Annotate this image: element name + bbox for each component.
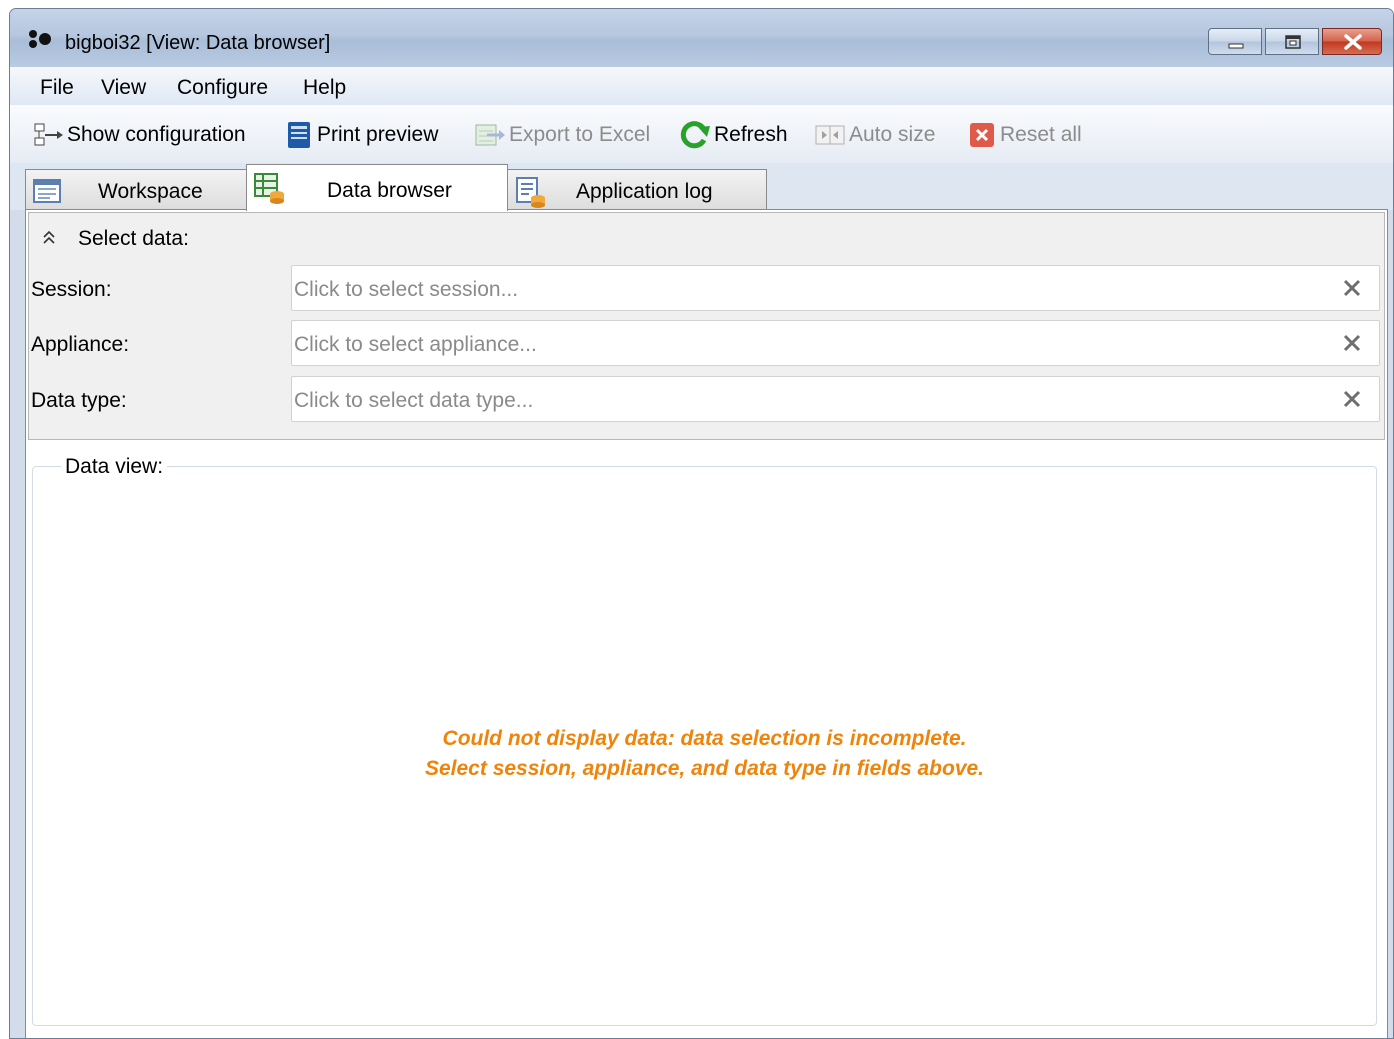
title-bar[interactable]: bigboi32 [View: Data browser] [10,9,1393,67]
menu-configure[interactable]: Configure [177,76,268,100]
tab-application-log[interactable]: Application log [507,169,767,211]
data-browser-icon [254,173,284,204]
minimize-icon [1228,43,1244,49]
app-logo-icon [29,30,51,48]
select-data-panel: Select data: Session: Click to select se… [28,212,1385,440]
show-configuration-icon [34,123,63,146]
auto-size-label: Auto size [849,123,936,146]
collapse-chevron-icon[interactable] [41,230,57,246]
appliance-placeholder: Click to select appliance... [294,333,537,356]
data-type-placeholder: Click to select data type... [294,389,534,412]
tab-application-log-label: Application log [576,180,713,203]
session-placeholder: Click to select session... [294,278,519,301]
menu-bar: File View Configure Help [10,67,1393,105]
refresh-button[interactable]: Refresh [678,121,788,149]
workspace-icon [33,179,61,203]
data-view-group: Data view: Could not display data: data … [32,455,1377,1026]
reset-all-label: Reset all [1000,123,1082,146]
session-label: Session: [31,278,112,301]
window-title: bigboi32 [View: Data browser] [65,32,331,54]
auto-size-button[interactable]: Auto size [813,121,935,149]
minimize-button[interactable] [1208,28,1262,55]
session-selector[interactable]: Click to select session... [291,265,1380,311]
maximize-button[interactable] [1265,28,1319,55]
tab-workspace[interactable]: Workspace [25,169,247,211]
close-icon [1344,34,1362,50]
data-browser-panel: Select data: Session: Click to select se… [25,209,1388,1038]
refresh-icon [680,121,710,149]
selection-instruction-message: Select session, appliance, and data type… [424,757,985,780]
reset-all-icon [970,123,994,147]
appliance-label: Appliance: [31,333,130,356]
appliance-selector[interactable]: Click to select appliance... [291,320,1380,366]
tab-data-browser[interactable]: Data browser [246,164,508,211]
print-preview-button[interactable]: Print preview [285,121,438,149]
clear-session-icon[interactable] [1341,277,1363,299]
export-to-excel-button[interactable]: Export to Excel [473,121,650,149]
auto-size-icon [815,125,845,145]
print-preview-icon [288,122,310,148]
print-preview-label: Print preview [317,123,439,146]
toolbar: Show configuration Print preview Export … [10,105,1393,163]
reset-all-button[interactable]: Reset all [968,121,1082,149]
export-to-excel-icon [475,124,505,146]
menu-view[interactable]: View [101,76,146,100]
tab-workspace-label: Workspace [98,180,203,203]
application-log-icon [516,177,545,208]
tab-data-browser-label: Data browser [327,179,452,202]
show-configuration-label: Show configuration [67,123,246,146]
data-view-title: Data view: [61,455,168,479]
close-button[interactable] [1322,28,1382,55]
clear-appliance-icon[interactable] [1341,332,1363,354]
menu-file[interactable]: File [40,76,74,100]
clear-data-type-icon[interactable] [1341,388,1363,410]
maximize-icon [1285,35,1301,49]
incomplete-selection-message: Could not display data: data selection i… [442,727,967,750]
data-type-label: Data type: [31,389,127,412]
show-configuration-button[interactable]: Show configuration [33,121,246,149]
menu-help[interactable]: Help [303,76,346,100]
select-data-title: Select data: [78,227,189,250]
export-to-excel-label: Export to Excel [509,123,651,146]
data-type-selector[interactable]: Click to select data type... [291,376,1380,422]
refresh-label: Refresh [714,123,788,146]
app-window: bigboi32 [View: Data browser] File View … [9,8,1394,1039]
tab-strip: Workspace Data browser Application log [10,163,1393,211]
